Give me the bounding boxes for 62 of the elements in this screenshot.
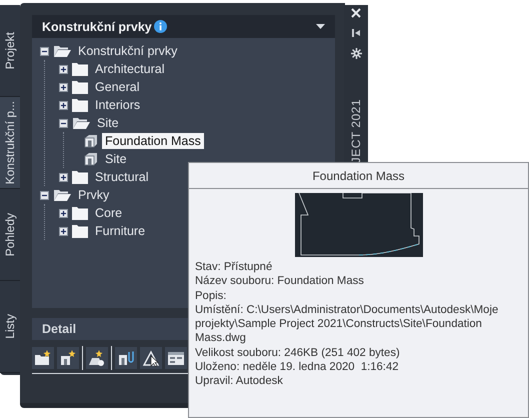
tree-item[interactable]: Prvky (75, 187, 112, 203)
folder-icon (72, 98, 88, 112)
tree-item[interactable]: General (92, 79, 142, 95)
tooltip-title: Foundation Mass (189, 163, 528, 189)
tooltip-text: Název souboru: Foundation Mass (195, 274, 365, 289)
expand-icon[interactable] (59, 226, 68, 236)
side-tab[interactable]: Listy (0, 281, 20, 373)
folder-icon (72, 80, 88, 94)
folder-icon (72, 170, 88, 184)
tooltip-text: Stav: Přístupné (195, 260, 274, 274)
collapse-icon[interactable] (40, 46, 49, 56)
collapse-icon[interactable] (59, 118, 68, 128)
tooltip-text: Popis: (195, 288, 228, 303)
expand-icon[interactable] (59, 208, 68, 218)
detail-label: Detail (42, 322, 76, 336)
tree-item[interactable]: Foundation Mass (102, 133, 204, 149)
side-tab[interactable]: Konstrukční p... (0, 97, 20, 189)
folder-star-icon (34, 349, 52, 367)
expand-icon[interactable] (59, 100, 68, 110)
clip-block-icon (117, 349, 135, 367)
expand-icon[interactable] (59, 64, 68, 74)
block-icon (84, 134, 98, 148)
dropdown-icon[interactable] (316, 24, 325, 29)
tree-item[interactable]: Interiors (92, 97, 144, 113)
toolbar-button[interactable] (115, 347, 137, 369)
collapse-icon[interactable] (40, 190, 49, 200)
folder-icon (72, 62, 88, 76)
toolbar-button[interactable] (165, 347, 187, 369)
tree-item[interactable]: Furniture (92, 223, 148, 239)
table-icon (167, 349, 185, 367)
open-folder-icon (72, 116, 90, 130)
tooltip-text: Uloženo: neděle 19. ledna 2020 1:16:42 (195, 360, 400, 374)
close-icon[interactable] (351, 8, 361, 18)
toolbar-button[interactable] (57, 347, 79, 369)
shapes-star-icon (88, 349, 106, 367)
expand-icon[interactable] (59, 82, 68, 92)
toolbar-button[interactable] (140, 347, 162, 369)
open-folder-icon (53, 188, 71, 202)
folder-icon (72, 224, 88, 238)
block-star-icon (59, 349, 77, 367)
tooltip-text: Upravil: Autodesk (195, 374, 284, 389)
tree-item[interactable]: Site (94, 115, 122, 131)
pin-icon[interactable] (351, 28, 361, 38)
settings-icon[interactable] (350, 48, 362, 59)
folder-icon (72, 206, 88, 220)
palette-title: Konstrukční prvky (42, 20, 152, 34)
expand-icon[interactable] (59, 172, 68, 182)
block-icon (84, 152, 98, 166)
tree-item[interactable]: Site (102, 151, 130, 167)
tree-item[interactable]: Konstrukční prvky (75, 43, 180, 59)
tree-item[interactable]: Core (92, 205, 126, 221)
open-folder-icon (53, 44, 71, 58)
info-icon[interactable] (154, 20, 167, 33)
toolbar-button[interactable] (32, 347, 54, 369)
tree-item[interactable]: Architectural (92, 61, 168, 77)
toolbar-button[interactable] (86, 347, 108, 369)
side-tab[interactable]: Pohledy (0, 189, 20, 281)
cursor-icon (142, 349, 160, 367)
tree-item[interactable]: Structural (92, 169, 152, 185)
side-tab[interactable]: Projekt (0, 5, 20, 97)
tooltip-text: Velikost souboru: 246KB (251 402 bytes) (195, 346, 401, 360)
palette-vertical-title: JECT 2021 (349, 98, 363, 163)
